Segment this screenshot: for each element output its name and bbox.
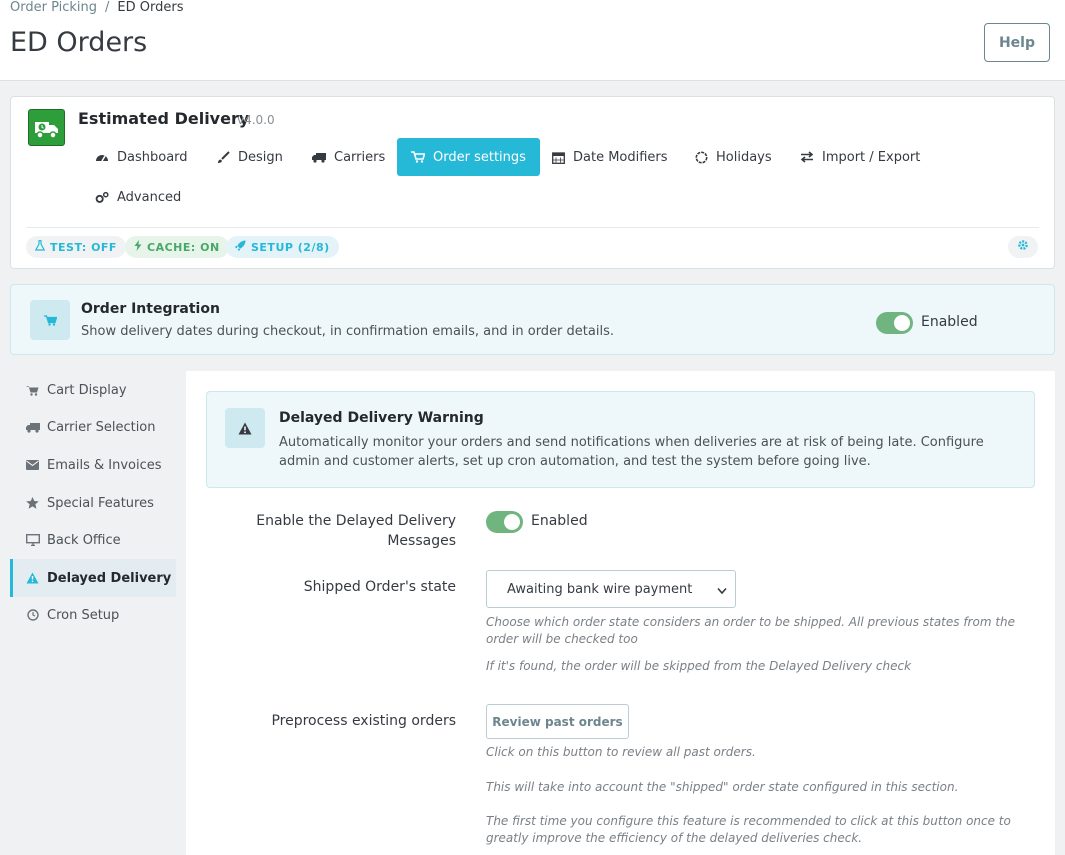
warning-icon <box>25 572 40 584</box>
test-mode-badge[interactable]: TEST: OFF <box>26 236 126 258</box>
sidenav-item-cart-display[interactable]: Cart Display <box>10 371 176 409</box>
tab-design[interactable]: Design <box>216 138 297 176</box>
clock-icon <box>25 609 40 621</box>
truck-icon <box>25 422 40 433</box>
enable-delayed-toggle-label: Enabled <box>531 513 588 529</box>
sidenav-label: Back Office <box>47 532 121 548</box>
exchange-icon <box>800 150 814 164</box>
circle-icon <box>694 150 708 164</box>
integration-description: Show delivery dates during checkout, in … <box>81 324 614 339</box>
star-icon <box>25 497 40 509</box>
test-mode-label: TEST: OFF <box>50 240 117 254</box>
sidenav-label: Emails & Invoices <box>47 457 162 473</box>
divider <box>26 227 1039 228</box>
bolt-icon <box>134 240 142 254</box>
dashboard-icon <box>95 150 109 164</box>
tab-label: Advanced <box>117 189 182 205</box>
page-title: ED Orders <box>10 27 148 58</box>
sidenav-item-emails-invoices[interactable]: Emails & Invoices <box>10 446 176 484</box>
sidenav-item-back-office[interactable]: Back Office <box>10 521 176 559</box>
breadcrumb-link-order-picking[interactable]: Order Picking <box>10 0 97 15</box>
setup-progress-badge[interactable]: SETUP (2/8) <box>226 236 339 258</box>
tab-order-settings[interactable]: Order settings <box>397 138 540 176</box>
tab-carriers[interactable]: Carriers <box>312 138 399 176</box>
info-title: Delayed Delivery Warning <box>279 410 484 426</box>
tab-label: Design <box>238 149 283 165</box>
module-card: Estimated Delivery v4.0.0 Dashboard Desi… <box>10 96 1055 269</box>
module-version: v4.0.0 <box>237 113 275 127</box>
delayed-delivery-panel: Delayed Delivery Warning Automatically m… <box>186 371 1055 855</box>
sidenav-label: Carrier Selection <box>47 419 156 435</box>
sidenav-label: Special Features <box>47 495 154 511</box>
preprocess-help-2: This will take into account the "shipped… <box>486 780 959 794</box>
preprocess-help-3: The first time you configure this featur… <box>486 814 1011 845</box>
breadcrumb-current: ED Orders <box>117 0 184 15</box>
cart-icon <box>411 150 425 164</box>
sidenav-item-carrier-selection[interactable]: Carrier Selection <box>10 408 176 446</box>
sidenav-item-special-features[interactable]: Special Features <box>10 484 176 522</box>
breadcrumb-separator: / <box>105 0 110 15</box>
cart-icon <box>30 300 70 340</box>
module-logo-icon <box>28 109 65 146</box>
tab-dashboard[interactable]: Dashboard <box>95 138 202 176</box>
sidenav-item-cron-setup[interactable]: Cron Setup <box>10 596 176 634</box>
help-button[interactable]: Help <box>984 23 1050 62</box>
tab-holidays[interactable]: Holidays <box>694 138 786 176</box>
breadcrumb: Order Picking / ED Orders <box>10 0 184 15</box>
order-integration-toggle[interactable] <box>876 312 913 334</box>
tab-date-modifiers[interactable]: Date Modifiers <box>551 138 682 176</box>
warning-icon <box>225 408 265 448</box>
preprocess-help-1: Click on this button to review all past … <box>486 745 756 759</box>
cart-icon <box>25 385 40 396</box>
rocket-icon <box>234 240 246 254</box>
truck-icon <box>312 150 326 164</box>
shipped-state-label: Shipped Order's state <box>303 579 456 595</box>
shipped-state-help-skip: If it's found, the order will be skipped… <box>486 659 912 673</box>
settings-gear-button[interactable] <box>1008 236 1038 258</box>
sidenav-item-delayed-delivery[interactable]: Delayed Delivery <box>10 559 176 597</box>
shipped-state-select[interactable]: Awaiting bank wire payment <box>486 570 736 608</box>
sidenav-label: Delayed Delivery <box>47 570 172 586</box>
integration-title: Order Integration <box>81 301 220 317</box>
delayed-delivery-info-box: Delayed Delivery Warning Automatically m… <box>206 391 1035 488</box>
cache-badge[interactable]: CACHE: ON <box>125 236 229 258</box>
tab-label: Import / Export <box>822 149 921 165</box>
module-name: Estimated Delivery <box>78 109 250 128</box>
calendar-icon <box>551 150 565 164</box>
preprocess-label: Preprocess existing orders <box>271 713 456 729</box>
cogs-icon <box>95 190 109 204</box>
tab-label: Order settings <box>433 149 526 165</box>
sidenav-label: Cron Setup <box>47 607 120 623</box>
tab-import-export[interactable]: Import / Export <box>800 138 934 176</box>
flask-icon <box>34 239 46 254</box>
enable-delayed-toggle[interactable] <box>486 511 523 533</box>
review-past-orders-button[interactable]: Review past orders <box>486 704 629 739</box>
order-integration-toggle-label: Enabled <box>921 314 978 330</box>
gear-icon <box>1017 239 1029 255</box>
shipped-state-value: Awaiting bank wire payment <box>507 581 693 597</box>
envelope-icon <box>25 460 40 470</box>
tab-label: Dashboard <box>117 149 188 165</box>
order-integration-banner: Order Integration Show delivery dates du… <box>10 284 1055 355</box>
setup-label: SETUP (2/8) <box>251 240 330 254</box>
info-description: Automatically monitor your orders and se… <box>279 435 984 469</box>
tab-label: Date Modifiers <box>573 149 668 165</box>
sidenav-label: Cart Display <box>47 382 127 398</box>
desktop-icon <box>25 534 40 546</box>
chevron-down-icon <box>717 584 727 599</box>
tab-label: Carriers <box>334 149 386 165</box>
cache-label: CACHE: ON <box>147 240 220 254</box>
page-header: Order Picking / ED Orders ED Orders Help <box>0 0 1065 81</box>
brush-icon <box>216 150 230 164</box>
shipped-state-help: Choose which order state considers an or… <box>486 615 1016 646</box>
tab-label: Holidays <box>716 149 772 165</box>
tab-advanced[interactable]: Advanced <box>95 178 195 216</box>
enable-delayed-label: Enable the Delayed Delivery Messages <box>256 513 456 549</box>
